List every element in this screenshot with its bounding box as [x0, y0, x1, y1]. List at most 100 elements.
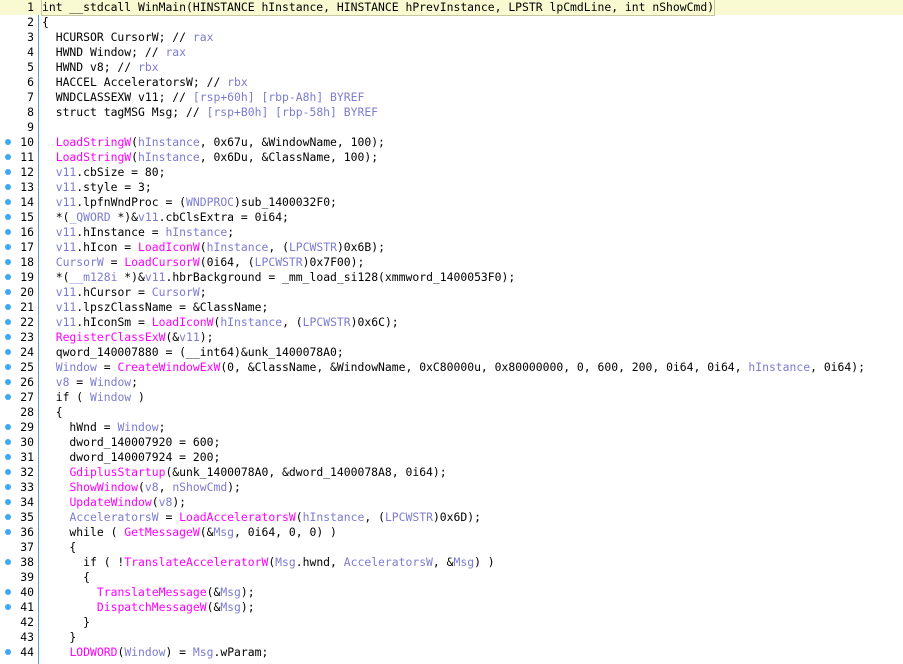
- code-text[interactable]: DispatchMessageW(&Msg);: [42, 600, 255, 615]
- line-gutter[interactable]: 19: [0, 270, 38, 285]
- code-text[interactable]: if ( Window ): [42, 390, 145, 405]
- code-text[interactable]: int __stdcall WinMain(HINSTANCE hInstanc…: [40, 0, 716, 16]
- breakpoint-dot-icon[interactable]: [5, 499, 11, 505]
- code-line[interactable]: 8 struct tagMSG Msg; // [rsp+B0h] [rbp-5…: [0, 105, 903, 120]
- line-gutter[interactable]: 16: [0, 225, 38, 240]
- code-text[interactable]: GdiplusStartup(&unk_1400078A0, &dword_14…: [42, 465, 446, 480]
- code-text[interactable]: v11.hIcon = LoadIconW(hInstance, (LPCWST…: [42, 240, 385, 255]
- line-gutter[interactable]: 18: [0, 255, 38, 270]
- code-text[interactable]: RegisterClassExW(&v11);: [42, 330, 214, 345]
- breakpoint-dot-icon[interactable]: [5, 649, 11, 655]
- breakpoint-dot-icon[interactable]: [5, 469, 11, 475]
- breakpoint-dot-icon[interactable]: [5, 304, 11, 310]
- code-line[interactable]: 13 v11.style = 3;: [0, 180, 903, 195]
- code-line[interactable]: 20 v11.hCursor = CursorW;: [0, 285, 903, 300]
- code-line[interactable]: 21 v11.lpszClassName = &ClassName;: [0, 300, 903, 315]
- line-gutter[interactable]: 28: [0, 405, 38, 420]
- line-gutter[interactable]: 2: [0, 15, 38, 30]
- code-line[interactable]: 23 RegisterClassExW(&v11);: [0, 330, 903, 345]
- line-gutter[interactable]: 23: [0, 330, 38, 345]
- line-gutter[interactable]: 22: [0, 315, 38, 330]
- code-line[interactable]: 3 HCURSOR CursorW; // rax: [0, 30, 903, 45]
- code-text[interactable]: v11.cbSize = 80;: [42, 165, 166, 180]
- code-line[interactable]: 7 WNDCLASSEXW v11; // [rsp+60h] [rbp-A8h…: [0, 90, 903, 105]
- code-text[interactable]: v11.hCursor = CursorW;: [42, 285, 207, 300]
- code-line[interactable]: 9: [0, 120, 903, 135]
- breakpoint-dot-icon[interactable]: [5, 334, 11, 340]
- breakpoint-dot-icon[interactable]: [5, 184, 11, 190]
- code-line[interactable]: 18 CursorW = LoadCursorW(0i64, (LPCWSTR)…: [0, 255, 903, 270]
- code-text[interactable]: UpdateWindow(v8);: [42, 495, 186, 510]
- line-gutter[interactable]: 15: [0, 210, 38, 225]
- code-text[interactable]: {: [42, 15, 49, 30]
- breakpoint-dot-icon[interactable]: [5, 424, 11, 430]
- code-text[interactable]: v11.hInstance = hInstance;: [42, 225, 234, 240]
- code-line[interactable]: 17 v11.hIcon = LoadIconW(hInstance, (LPC…: [0, 240, 903, 255]
- code-text[interactable]: LoadStringW(hInstance, 0x6Du, &ClassName…: [42, 150, 378, 165]
- code-text[interactable]: {: [42, 405, 63, 420]
- code-line[interactable]: 11 LoadStringW(hInstance, 0x6Du, &ClassN…: [0, 150, 903, 165]
- code-line[interactable]: 30 dword_140007920 = 600;: [0, 435, 903, 450]
- code-text[interactable]: TranslateMessage(&Msg);: [42, 585, 255, 600]
- breakpoint-dot-icon[interactable]: [5, 439, 11, 445]
- code-text[interactable]: struct tagMSG Msg; // [rsp+B0h] [rbp-58h…: [42, 105, 378, 120]
- line-gutter[interactable]: 10: [0, 135, 38, 150]
- line-gutter[interactable]: 34: [0, 495, 38, 510]
- line-gutter[interactable]: 38: [0, 555, 38, 570]
- line-gutter[interactable]: 1: [0, 0, 38, 15]
- pseudocode-view[interactable]: 1 int __stdcall WinMain(HINSTANCE hInstan…: [0, 0, 903, 664]
- code-text[interactable]: {: [42, 540, 76, 555]
- line-gutter[interactable]: 17: [0, 240, 38, 255]
- line-gutter[interactable]: 7: [0, 90, 38, 105]
- code-line[interactable]: 16 v11.hInstance = hInstance;: [0, 225, 903, 240]
- line-gutter[interactable]: 30: [0, 435, 38, 450]
- code-text[interactable]: CursorW = LoadCursorW(0i64, (LPCWSTR)0x7…: [42, 255, 365, 270]
- code-line[interactable]: 28 {: [0, 405, 903, 420]
- breakpoint-dot-icon[interactable]: [5, 364, 11, 370]
- breakpoint-dot-icon[interactable]: [5, 604, 11, 610]
- line-gutter[interactable]: 6: [0, 75, 38, 90]
- line-gutter[interactable]: 21: [0, 300, 38, 315]
- breakpoint-dot-icon[interactable]: [5, 169, 11, 175]
- code-text[interactable]: v11.hIconSm = LoadIconW(hInstance, (LPCW…: [42, 315, 399, 330]
- code-line[interactable]: 12 v11.cbSize = 80;: [0, 165, 903, 180]
- code-line[interactable]: 6 HACCEL AcceleratorsW; // rbx: [0, 75, 903, 90]
- code-text[interactable]: *(_QWORD *)&v11.cbClsExtra = 0i64;: [42, 210, 289, 225]
- code-text[interactable]: {: [42, 570, 90, 585]
- code-text[interactable]: }: [42, 630, 76, 645]
- code-line[interactable]: 34 UpdateWindow(v8);: [0, 495, 903, 510]
- breakpoint-dot-icon[interactable]: [5, 454, 11, 460]
- line-gutter[interactable]: 24: [0, 345, 38, 360]
- code-line[interactable]: 33 ShowWindow(v8, nShowCmd);: [0, 480, 903, 495]
- line-gutter[interactable]: 42: [0, 615, 38, 630]
- line-gutter[interactable]: 4: [0, 45, 38, 60]
- code-text[interactable]: v11.lpfnWndProc = (WNDPROC)sub_1400032F0…: [42, 195, 337, 210]
- breakpoint-dot-icon[interactable]: [5, 514, 11, 520]
- breakpoint-dot-icon[interactable]: [5, 319, 11, 325]
- breakpoint-dot-icon[interactable]: [5, 259, 11, 265]
- code-text[interactable]: }: [42, 615, 90, 630]
- line-gutter[interactable]: 29: [0, 420, 38, 435]
- line-gutter[interactable]: 13: [0, 180, 38, 195]
- line-gutter[interactable]: 11: [0, 150, 38, 165]
- line-gutter[interactable]: 32: [0, 465, 38, 480]
- breakpoint-dot-icon[interactable]: [5, 379, 11, 385]
- code-line[interactable]: 44 LODWORD(Window) = Msg.wParam;: [0, 645, 903, 660]
- line-gutter[interactable]: 20: [0, 285, 38, 300]
- line-gutter[interactable]: 8: [0, 105, 38, 120]
- code-text[interactable]: v11.lpszClassName = &ClassName;: [42, 300, 269, 315]
- line-gutter[interactable]: 33: [0, 480, 38, 495]
- code-text[interactable]: ShowWindow(v8, nShowCmd);: [42, 480, 240, 495]
- code-line[interactable]: 14 v11.lpfnWndProc = (WNDPROC)sub_140003…: [0, 195, 903, 210]
- code-line[interactable]: 39 {: [0, 570, 903, 585]
- code-text[interactable]: WNDCLASSEXW v11; // [rsp+60h] [rbp-A8h] …: [42, 90, 365, 105]
- code-line[interactable]: 25 Window = CreateWindowExW(0, &ClassNam…: [0, 360, 903, 375]
- code-text[interactable]: AcceleratorsW = LoadAcceleratorsW(hInsta…: [42, 510, 481, 525]
- line-gutter[interactable]: 26: [0, 375, 38, 390]
- code-text[interactable]: dword_140007920 = 600;: [42, 435, 220, 450]
- code-line[interactable]: 5 HWND v8; // rbx: [0, 60, 903, 75]
- breakpoint-dot-icon[interactable]: [5, 484, 11, 490]
- code-line[interactable]: 37 {: [0, 540, 903, 555]
- code-text[interactable]: HWND Window; // rax: [42, 45, 186, 60]
- line-gutter[interactable]: 14: [0, 195, 38, 210]
